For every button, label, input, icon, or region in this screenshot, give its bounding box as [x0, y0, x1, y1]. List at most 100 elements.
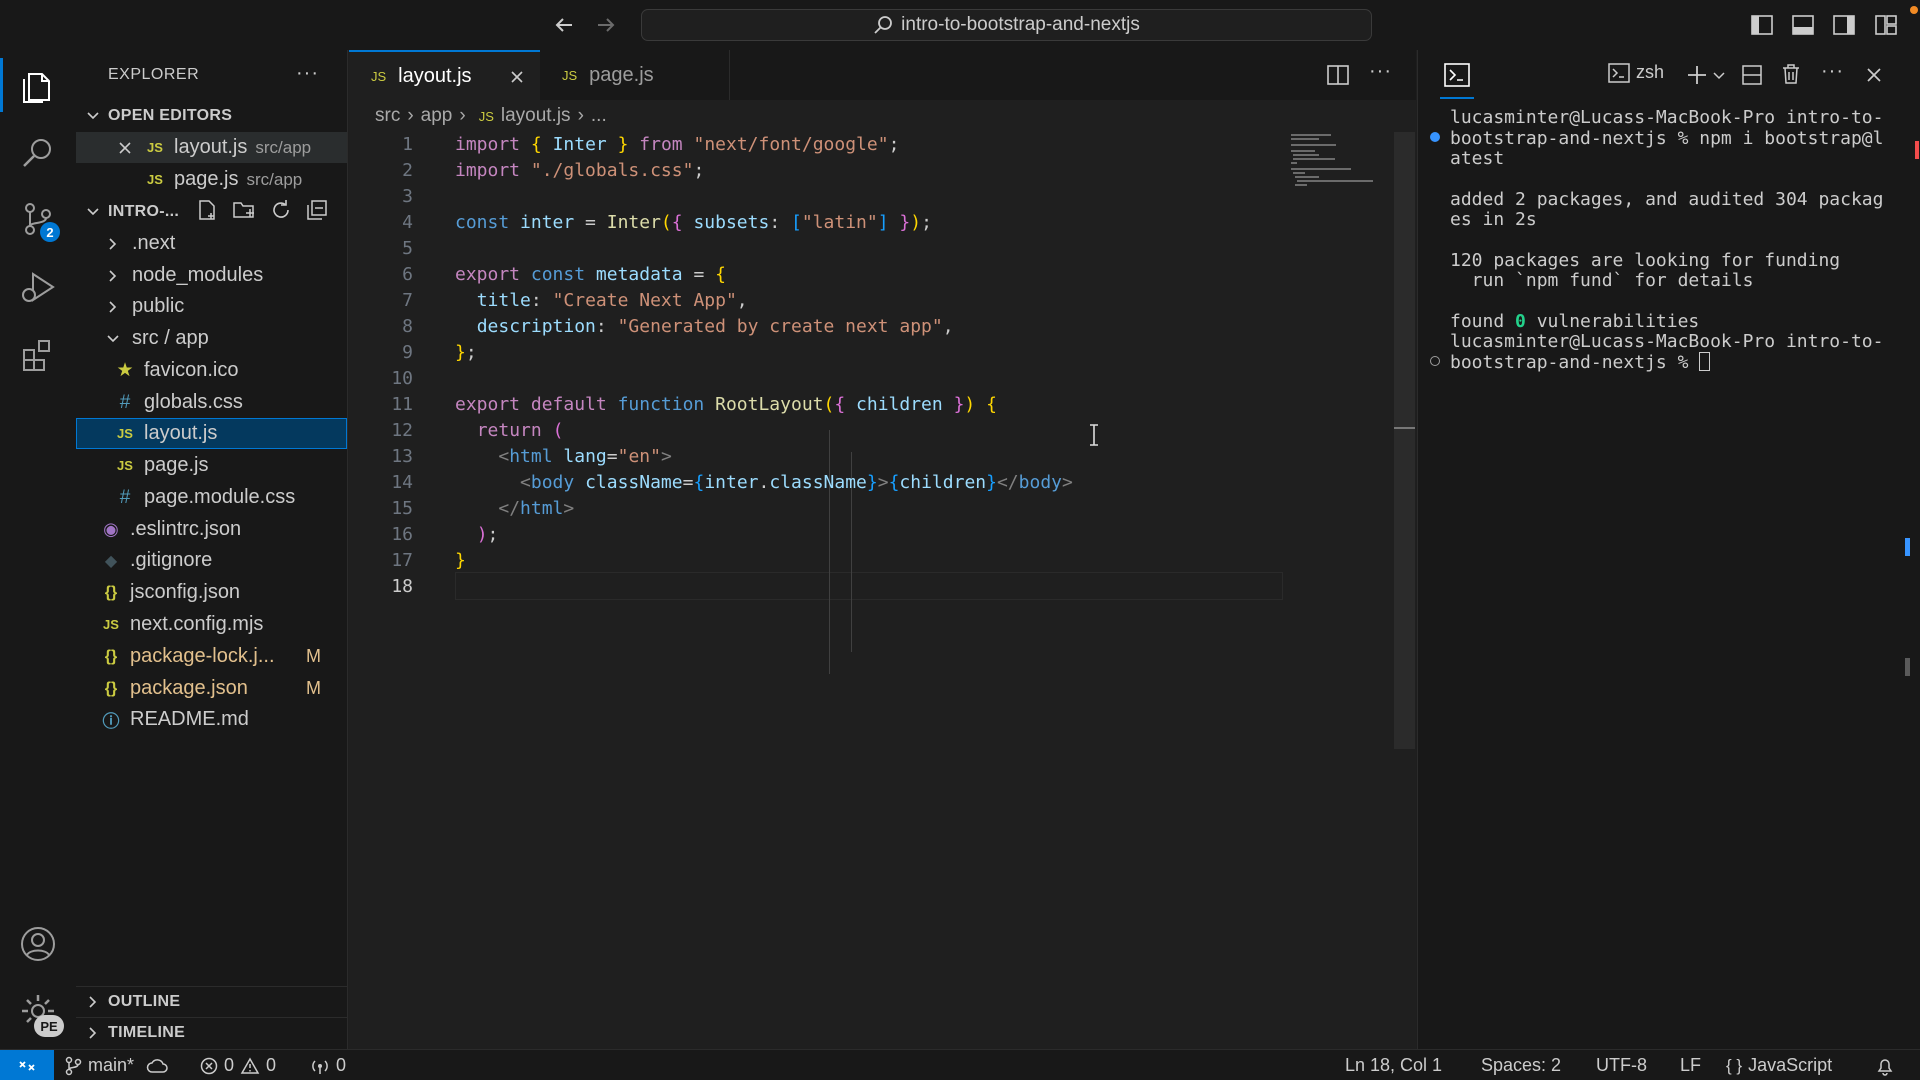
- toggle-primary-sidebar-icon[interactable]: [1750, 13, 1774, 37]
- new-file-icon[interactable]: [196, 199, 218, 221]
- activity-bar: 2 PE: [0, 50, 76, 1049]
- scm-badge: 2: [40, 222, 60, 242]
- terminal-line: run `npm fund` for details: [1450, 270, 1754, 291]
- close-panel-icon[interactable]: [1865, 66, 1883, 84]
- tree-item-folder[interactable]: node_modules: [76, 260, 347, 291]
- timeline-header[interactable]: TIMELINE: [76, 1017, 347, 1048]
- encoding-text: UTF-8: [1596, 1055, 1647, 1075]
- sync-cloud-icon[interactable]: [146, 1057, 168, 1075]
- terminal-line: added 2 packages, and audited 304 packag: [1450, 189, 1884, 210]
- js-file-icon: JS: [117, 426, 133, 441]
- new-terminal-icon[interactable]: [1686, 64, 1708, 86]
- editor-more-actions[interactable]: ···: [1369, 60, 1392, 83]
- chevron-down-icon[interactable]: [1712, 69, 1726, 83]
- tree-item-file[interactable]: JS next.config.mjs: [76, 609, 347, 640]
- forward-arrow-icon[interactable]: [593, 12, 619, 38]
- line-number: 3: [402, 186, 413, 207]
- problems-status[interactable]: 0 0: [200, 1050, 276, 1080]
- breadcrumb-item[interactable]: ...: [591, 105, 607, 127]
- tree-item-file[interactable]: ⓘ README.md: [76, 704, 347, 735]
- scroll-marker: [1905, 538, 1910, 556]
- terminal-more-actions[interactable]: ···: [1821, 60, 1844, 83]
- encoding-status[interactable]: UTF-8: [1596, 1050, 1647, 1080]
- workspace-folder-header[interactable]: INTRO-...: [76, 196, 347, 227]
- tab-label: layout.js: [398, 64, 472, 87]
- breadcrumb-item[interactable]: app: [421, 105, 453, 127]
- terminal-line: lucasminter@Lucass-MacBook-Pro intro-to-: [1450, 107, 1884, 128]
- tree-item-file[interactable]: ★ favicon.ico: [76, 355, 347, 386]
- cursor-position-text: Ln 18, Col 1: [1345, 1055, 1443, 1075]
- tree-item-file-modified[interactable]: {} package.json M: [76, 673, 347, 704]
- open-editor-item[interactable]: JS page.js src/app: [76, 164, 347, 195]
- tree-item-file[interactable]: ◉ .eslintrc.json: [76, 514, 347, 545]
- breadcrumb-item[interactable]: src: [375, 105, 400, 127]
- tree-item-file-modified[interactable]: {} package-lock.j... M: [76, 641, 347, 672]
- trash-icon[interactable]: [1781, 63, 1801, 85]
- chevron-right-icon: [109, 269, 117, 282]
- tree-item-file[interactable]: # page.module.css: [76, 482, 347, 513]
- extensions-icon[interactable]: [0, 322, 76, 388]
- broadcast-icon: [312, 1059, 328, 1074]
- split-editor-icon[interactable]: [1326, 63, 1350, 87]
- manage-gear-icon[interactable]: PE: [0, 978, 76, 1044]
- code-editor[interactable]: 1 2 3 4 5 6 7 8 9 10 11 12 13 14 15 16 1…: [349, 132, 1416, 1049]
- workspace-folder-label: INTRO-...: [108, 202, 180, 220]
- line-number: 12: [391, 420, 413, 441]
- sidebar-more-actions[interactable]: ···: [296, 62, 319, 85]
- explorer-icon[interactable]: [0, 52, 76, 118]
- new-folder-icon[interactable]: [232, 199, 256, 221]
- customize-layout-icon[interactable]: [1874, 13, 1898, 37]
- terminal-icon[interactable]: [1444, 63, 1470, 87]
- close-icon[interactable]: [118, 141, 132, 155]
- tree-item-file[interactable]: # globals.css: [76, 387, 347, 418]
- breadcrumb-item[interactable]: layout.js: [501, 105, 571, 127]
- code-line: return (: [476, 420, 564, 441]
- cursor-position[interactable]: Ln 18, Col 1: [1345, 1050, 1442, 1080]
- source-control-icon[interactable]: 2: [0, 186, 76, 252]
- minimap[interactable]: [1287, 132, 1407, 192]
- notifications-status[interactable]: [1876, 1050, 1894, 1080]
- indentation-status[interactable]: Spaces: 2: [1481, 1050, 1561, 1080]
- accounts-icon[interactable]: [0, 911, 76, 977]
- terminal-cursor: [1699, 352, 1711, 371]
- split-terminal-icon[interactable]: [1741, 64, 1763, 86]
- code-line: export const metadata = {: [455, 264, 726, 285]
- git-branch-status[interactable]: main*: [64, 1050, 168, 1080]
- tree-item-file[interactable]: {} jsconfig.json: [76, 577, 347, 608]
- language-mode-status[interactable]: { } JavaScript: [1726, 1050, 1832, 1080]
- command-center-search[interactable]: intro-to-bootstrap-and-nextjs: [641, 9, 1372, 41]
- terminal-line: bootstrap-and-nextjs %: [1450, 352, 1700, 373]
- search-icon[interactable]: [0, 120, 76, 186]
- back-arrow-icon[interactable]: [551, 12, 577, 38]
- tree-item-file-selected[interactable]: JS layout.js: [76, 418, 347, 449]
- toggle-panel-icon[interactable]: [1791, 13, 1815, 37]
- outline-header[interactable]: OUTLINE: [76, 986, 347, 1017]
- close-icon[interactable]: [509, 69, 525, 85]
- refresh-icon[interactable]: [270, 199, 292, 221]
- tree-item-folder[interactable]: public: [76, 291, 347, 322]
- ports-status[interactable]: 0: [310, 1050, 346, 1080]
- tree-item-file[interactable]: ◆ .gitignore: [76, 545, 347, 576]
- tree-item-label: .eslintrc.json: [130, 518, 242, 540]
- open-editor-item[interactable]: JS layout.js src/app: [76, 132, 347, 163]
- tab-layout-js[interactable]: JS layout.js: [349, 50, 540, 100]
- tree-item-file[interactable]: JS page.js: [76, 450, 347, 481]
- tree-item-folder-open[interactable]: src / app: [76, 323, 347, 354]
- current-line-highlight: [455, 572, 1283, 600]
- bell-icon: [1877, 1058, 1893, 1076]
- remote-indicator[interactable]: [0, 1050, 54, 1080]
- code-line: }: [455, 550, 466, 571]
- collapse-all-icon[interactable]: [306, 199, 328, 221]
- open-editors-header[interactable]: OPEN EDITORS: [76, 100, 347, 131]
- terminal-shell-selector[interactable]: zsh: [1608, 62, 1664, 83]
- open-editor-name: layout.js: [174, 136, 248, 158]
- tree-item-folder[interactable]: .next: [76, 228, 347, 259]
- terminal-line: 120 packages are looking for funding: [1450, 250, 1841, 271]
- editor-scrollbar[interactable]: [1394, 132, 1415, 749]
- tab-page-js[interactable]: JS page.js: [540, 50, 730, 100]
- eol-status[interactable]: LF: [1680, 1050, 1701, 1080]
- run-and-debug-icon[interactable]: [0, 254, 76, 320]
- line-number: 17: [391, 550, 413, 571]
- code-line: const inter = Inter({ subsets: ["latin"]…: [455, 212, 932, 233]
- toggle-secondary-sidebar-icon[interactable]: [1832, 13, 1856, 37]
